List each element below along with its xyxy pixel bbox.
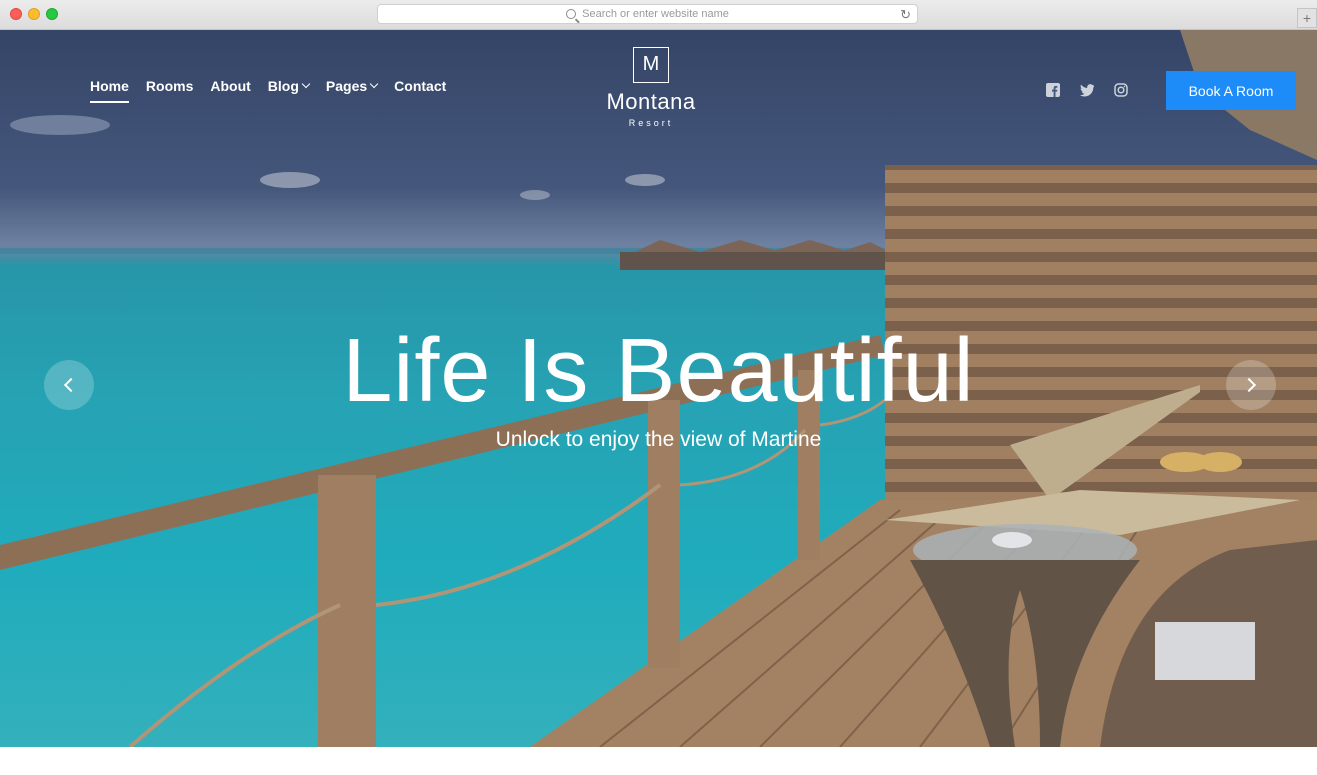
browser-toolbar: Search or enter website name ↻ + <box>0 0 1317 30</box>
zoom-window-button[interactable] <box>46 8 58 20</box>
minimize-window-button[interactable] <box>28 8 40 20</box>
facebook-icon[interactable] <box>1046 83 1060 97</box>
nav-rooms[interactable]: Rooms <box>146 78 193 94</box>
main-navigation: Home Rooms About Blog Pages Contact <box>90 78 446 103</box>
social-links <box>1046 83 1128 97</box>
nav-contact[interactable]: Contact <box>394 78 446 94</box>
nav-about[interactable]: About <box>210 78 250 94</box>
search-icon <box>566 9 577 19</box>
new-tab-button[interactable]: + <box>1297 8 1317 28</box>
instagram-icon[interactable] <box>1114 83 1128 97</box>
logo-mark: M <box>633 47 669 83</box>
logo-name: Montana <box>606 89 696 114</box>
address-placeholder: Search or enter website name <box>582 8 729 20</box>
reload-icon[interactable]: ↻ <box>900 7 911 23</box>
nav-home[interactable]: Home <box>90 78 129 103</box>
close-window-button[interactable] <box>10 8 22 20</box>
twitter-icon[interactable] <box>1080 83 1095 97</box>
site-logo[interactable]: M Montana Resort <box>580 47 722 128</box>
nav-pages[interactable]: Pages <box>326 78 379 94</box>
nav-blog[interactable]: Blog <box>268 78 311 94</box>
chevron-down-icon <box>369 79 379 89</box>
hero-headline: Life Is Beautiful <box>342 321 975 421</box>
book-a-room-button[interactable]: Book A Room <box>1166 71 1296 110</box>
logo-subtitle: Resort <box>628 118 674 128</box>
hero-subline: Unlock to enjoy the view of Martine <box>495 428 822 451</box>
hero-section: Home Rooms About Blog Pages Contact M Mo… <box>0 30 1317 747</box>
address-bar[interactable]: Search or enter website name ↻ <box>377 4 918 24</box>
chevron-down-icon <box>301 79 311 89</box>
